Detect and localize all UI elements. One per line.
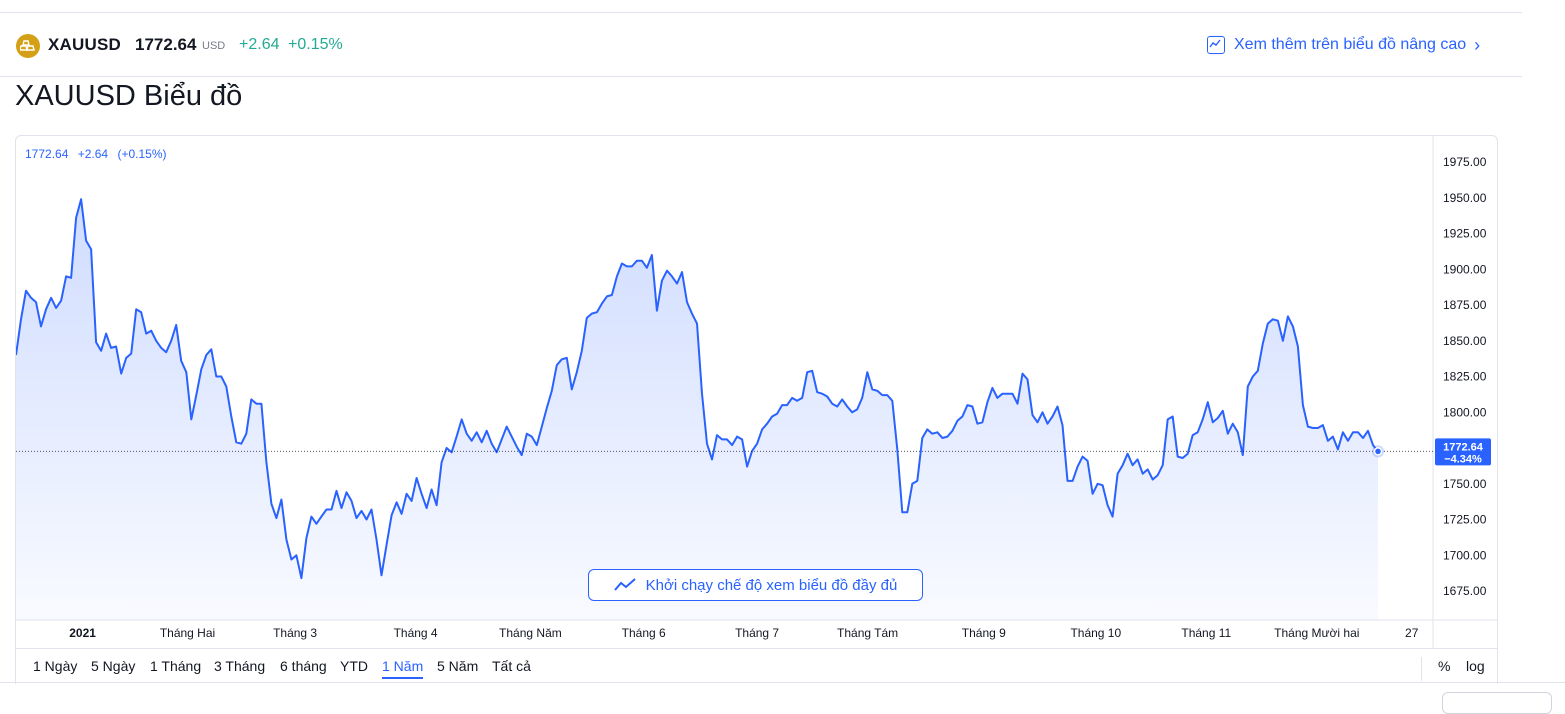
price-change: +2.64 [239,36,280,53]
percent-scale-toggle[interactable]: % [1438,658,1450,674]
symbol-header: XAUUSD 1772.64 USD +2.64 +0.15% Xem thêm… [0,13,1522,77]
price-change-percent: +0.15% [288,36,343,53]
range-button[interactable]: Tất cả [492,658,531,674]
currency-label: USD [202,40,226,52]
advanced-chart-link-label: Xem thêm trên biểu đồ nâng cao [1234,36,1467,53]
x-tick-label: Tháng Hai [160,626,215,640]
launch-full-chart-button[interactable]: Khởi chạy chế độ xem biểu đồ đầy đủ [588,569,923,601]
y-tick-label: 1975.00 [1443,155,1487,169]
y-tick-label: 1875.00 [1443,298,1487,312]
x-tick-label: Tháng Năm [499,626,562,640]
y-tick-label: 1850.00 [1443,334,1487,348]
legend-change-percent: (+0.15%) [117,147,167,161]
x-tick-label: 2021 [69,626,96,640]
price-area-fill [16,199,1378,620]
range-button[interactable]: 1 Năm [382,658,424,679]
last-price: 1772.64 [135,35,197,54]
range-button[interactable]: 6 tháng [280,658,327,674]
chart-line-icon [1207,36,1225,54]
scale-divider [1421,657,1422,681]
range-button[interactable]: 3 Tháng [214,658,265,674]
range-button[interactable]: YTD [340,658,368,674]
x-tick-label: Tháng 11 [1181,626,1231,640]
y-tick-label: 1700.00 [1443,548,1487,562]
y-tick-label: 1950.00 [1443,191,1487,205]
trend-line-icon [613,578,636,591]
range-button[interactable]: 5 Năm [437,658,478,674]
x-tick-label: Tháng 9 [962,626,1006,640]
advanced-chart-link[interactable]: Xem thêm trên biểu đồ nâng cao › [1207,33,1480,57]
x-tick-label: Tháng 6 [622,626,666,640]
range-button[interactable]: 5 Ngày [91,658,135,674]
range-button[interactable]: 1 Tháng [150,658,201,674]
y-tick-label: 1800.00 [1443,405,1487,419]
legend-price: 1772.64 [25,147,69,161]
chevron-right-icon: › [1474,34,1481,55]
x-tick-label: Tháng 3 [273,626,317,640]
last-price-badge-change: −4.34% [1444,453,1482,465]
y-tick-label: 1750.00 [1443,477,1487,491]
launch-full-chart-label: Khởi chạy chế độ xem biểu đồ đầy đủ [645,576,898,594]
y-tick-label: 1725.00 [1443,513,1487,527]
symbol-name: XAUUSD [48,35,121,54]
y-tick-label: 1900.00 [1443,262,1487,276]
gold-bars-icon [16,34,40,58]
x-tick-label: Tháng Mười hai [1274,626,1359,640]
y-tick-label: 1825.00 [1443,370,1487,384]
range-selector: 1 Ngày 5 Ngày 1 Tháng 3 Tháng 6 tháng YTD 1 Nă… [16,648,1497,683]
chart-widget[interactable]: 1975.00 1950.00 1925.00 1900.00 1875.00 1850.… [15,135,1498,684]
range-button[interactable]: 1 Ngày [33,658,77,674]
page-title: XAUUSD Biểu đồ [15,80,243,112]
bottom-divider [0,682,1565,683]
x-tick-label: Tháng 10 [1070,626,1121,640]
x-tick-label: 27 [1405,626,1419,640]
last-point-marker [1373,447,1383,456]
x-tick-label: Tháng 4 [394,626,438,640]
last-price-badge-value: 1772.64 [1443,441,1484,453]
x-tick-label: Tháng 7 [735,626,779,640]
x-tick-label: Tháng Tám [837,626,898,640]
bottom-action-button[interactable] [1442,692,1552,714]
y-tick-label: 1675.00 [1443,584,1487,598]
chart-legend: 1772.64 +2.64 (+0.15%) [25,147,172,161]
legend-change: +2.64 [77,147,109,161]
log-scale-toggle[interactable]: log [1466,658,1485,674]
y-tick-label: 1925.00 [1443,227,1487,241]
